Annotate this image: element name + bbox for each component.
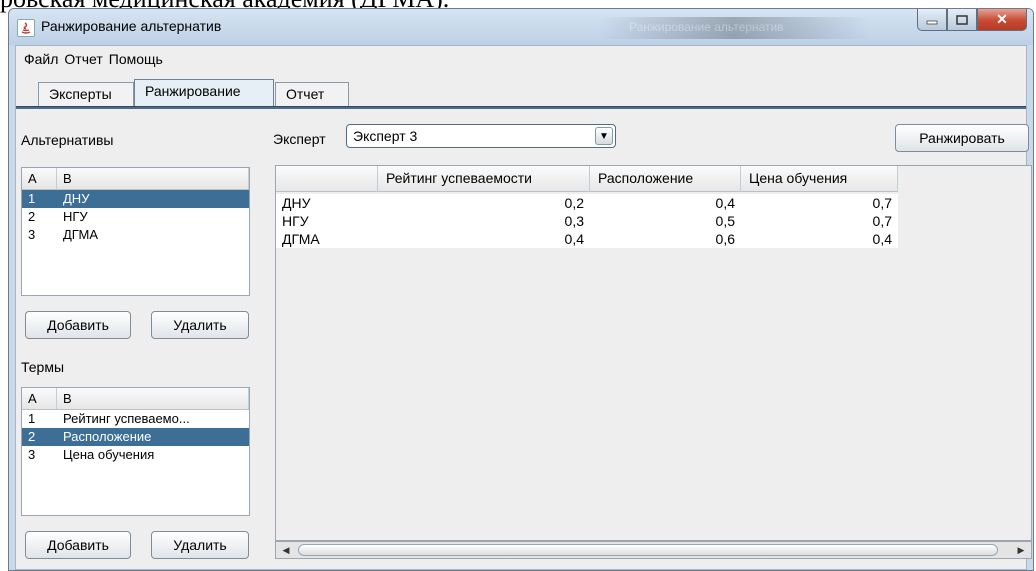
table-cell: ДНУ bbox=[282, 195, 311, 211]
alternatives-list[interactable]: A B 1 ДНУ 2 НГУ 3 ДГМА bbox=[21, 167, 250, 296]
table-cell: 0,6 bbox=[715, 231, 735, 247]
terms-label: Термы bbox=[21, 359, 65, 375]
terms-col-a[interactable]: A bbox=[22, 388, 57, 409]
table-row[interactable]: ДГМА 0,4 0,6 0,4 bbox=[276, 230, 898, 248]
table-header-cell[interactable]: Рейтинг успеваемости bbox=[378, 166, 590, 192]
maximize-icon bbox=[956, 14, 968, 25]
table-cell: НГУ bbox=[282, 213, 309, 229]
background-window-title: Ранжирование альтернатив bbox=[599, 17, 869, 39]
table-header: Рейтинг успеваемости Расположение Цена о… bbox=[276, 166, 898, 192]
minimize-button[interactable] bbox=[917, 9, 947, 31]
table-cell: 0,2 bbox=[564, 195, 584, 211]
add-term-button[interactable]: Добавить bbox=[25, 531, 131, 559]
close-button[interactable]: ✕ bbox=[977, 9, 1027, 31]
tab-underline bbox=[16, 106, 1026, 109]
dropdown-arrow-icon[interactable]: ▼ bbox=[595, 127, 613, 145]
menu-report[interactable]: Отчет bbox=[64, 51, 102, 67]
title-bar: Ранжирование альтернатив Ранжирование ал… bbox=[9, 9, 1033, 45]
rank-button[interactable]: Ранжировать bbox=[895, 124, 1029, 152]
table-cell: 0,4 bbox=[872, 231, 892, 247]
alternatives-label: Альтернативы bbox=[21, 132, 114, 148]
delete-term-button[interactable]: Удалить bbox=[151, 531, 249, 559]
ranking-table: Рейтинг успеваемости Расположение Цена о… bbox=[275, 165, 1032, 541]
alternatives-col-b[interactable]: B bbox=[57, 168, 249, 189]
table-cell: 0,3 bbox=[564, 213, 584, 229]
menu-bar: Файл Отчет Помощь bbox=[16, 46, 1026, 72]
expert-select-value: Эксперт 3 bbox=[353, 128, 418, 144]
list-item[interactable]: 3 ДГМА bbox=[22, 226, 249, 244]
scroll-right-icon[interactable]: ▶ bbox=[1013, 543, 1029, 557]
scroll-left-icon[interactable]: ◀ bbox=[278, 543, 294, 557]
tab-report[interactable]: Отчет bbox=[275, 82, 349, 106]
scrollbar-thumb[interactable] bbox=[298, 544, 998, 556]
table-cell: 0,7 bbox=[872, 195, 892, 211]
maximize-button[interactable] bbox=[947, 9, 977, 31]
table-header-cell[interactable]: Расположение bbox=[590, 166, 741, 192]
table-row[interactable]: ДНУ 0,2 0,4 0,7 bbox=[276, 194, 898, 212]
minimize-icon bbox=[926, 20, 938, 24]
table-cell: 0,4 bbox=[715, 195, 735, 211]
window-title: Ранжирование альтернатив bbox=[41, 18, 222, 34]
java-app-icon bbox=[17, 19, 35, 37]
tab-experts[interactable]: Эксперты bbox=[38, 82, 134, 106]
menu-file[interactable]: Файл bbox=[24, 51, 58, 67]
list-item[interactable]: 2 Расположение bbox=[22, 428, 249, 446]
list-item[interactable]: 1 Рейтинг успеваемо... bbox=[22, 410, 249, 428]
expert-select[interactable]: Эксперт 3 ▼ bbox=[346, 124, 616, 148]
terms-list[interactable]: A B 1 Рейтинг успеваемо... 2 Расположени… bbox=[21, 387, 250, 516]
app-window: Ранжирование альтернатив Ранжирование ал… bbox=[8, 8, 1034, 571]
add-alternative-button[interactable]: Добавить bbox=[25, 311, 131, 339]
table-cell: 0,4 bbox=[564, 231, 584, 247]
list-item[interactable]: 1 ДНУ bbox=[22, 190, 249, 208]
alternatives-col-a[interactable]: A bbox=[22, 168, 57, 189]
delete-alternative-button[interactable]: Удалить bbox=[151, 311, 249, 339]
close-icon: ✕ bbox=[996, 11, 1008, 27]
table-cell: ДГМА bbox=[282, 231, 320, 247]
list-item[interactable]: 3 Цена обучения bbox=[22, 446, 249, 464]
table-row[interactable]: НГУ 0,3 0,5 0,7 bbox=[276, 212, 898, 230]
table-cell: 0,5 bbox=[715, 213, 735, 229]
terms-col-b[interactable]: B bbox=[57, 388, 249, 409]
menu-help[interactable]: Помощь bbox=[109, 51, 163, 67]
table-cell: 0,7 bbox=[872, 213, 892, 229]
table-header-cell[interactable]: Цена обучения bbox=[741, 166, 898, 192]
expert-label: Эксперт bbox=[273, 131, 326, 147]
table-header-cell[interactable] bbox=[276, 166, 378, 192]
tab-ranking[interactable]: Ранжирование bbox=[134, 79, 274, 107]
tab-strip: Эксперты Ранжирование Отчет bbox=[20, 78, 1026, 107]
list-item[interactable]: 2 НГУ bbox=[22, 208, 249, 226]
horizontal-scrollbar[interactable]: ◀ ▶ bbox=[275, 541, 1032, 559]
